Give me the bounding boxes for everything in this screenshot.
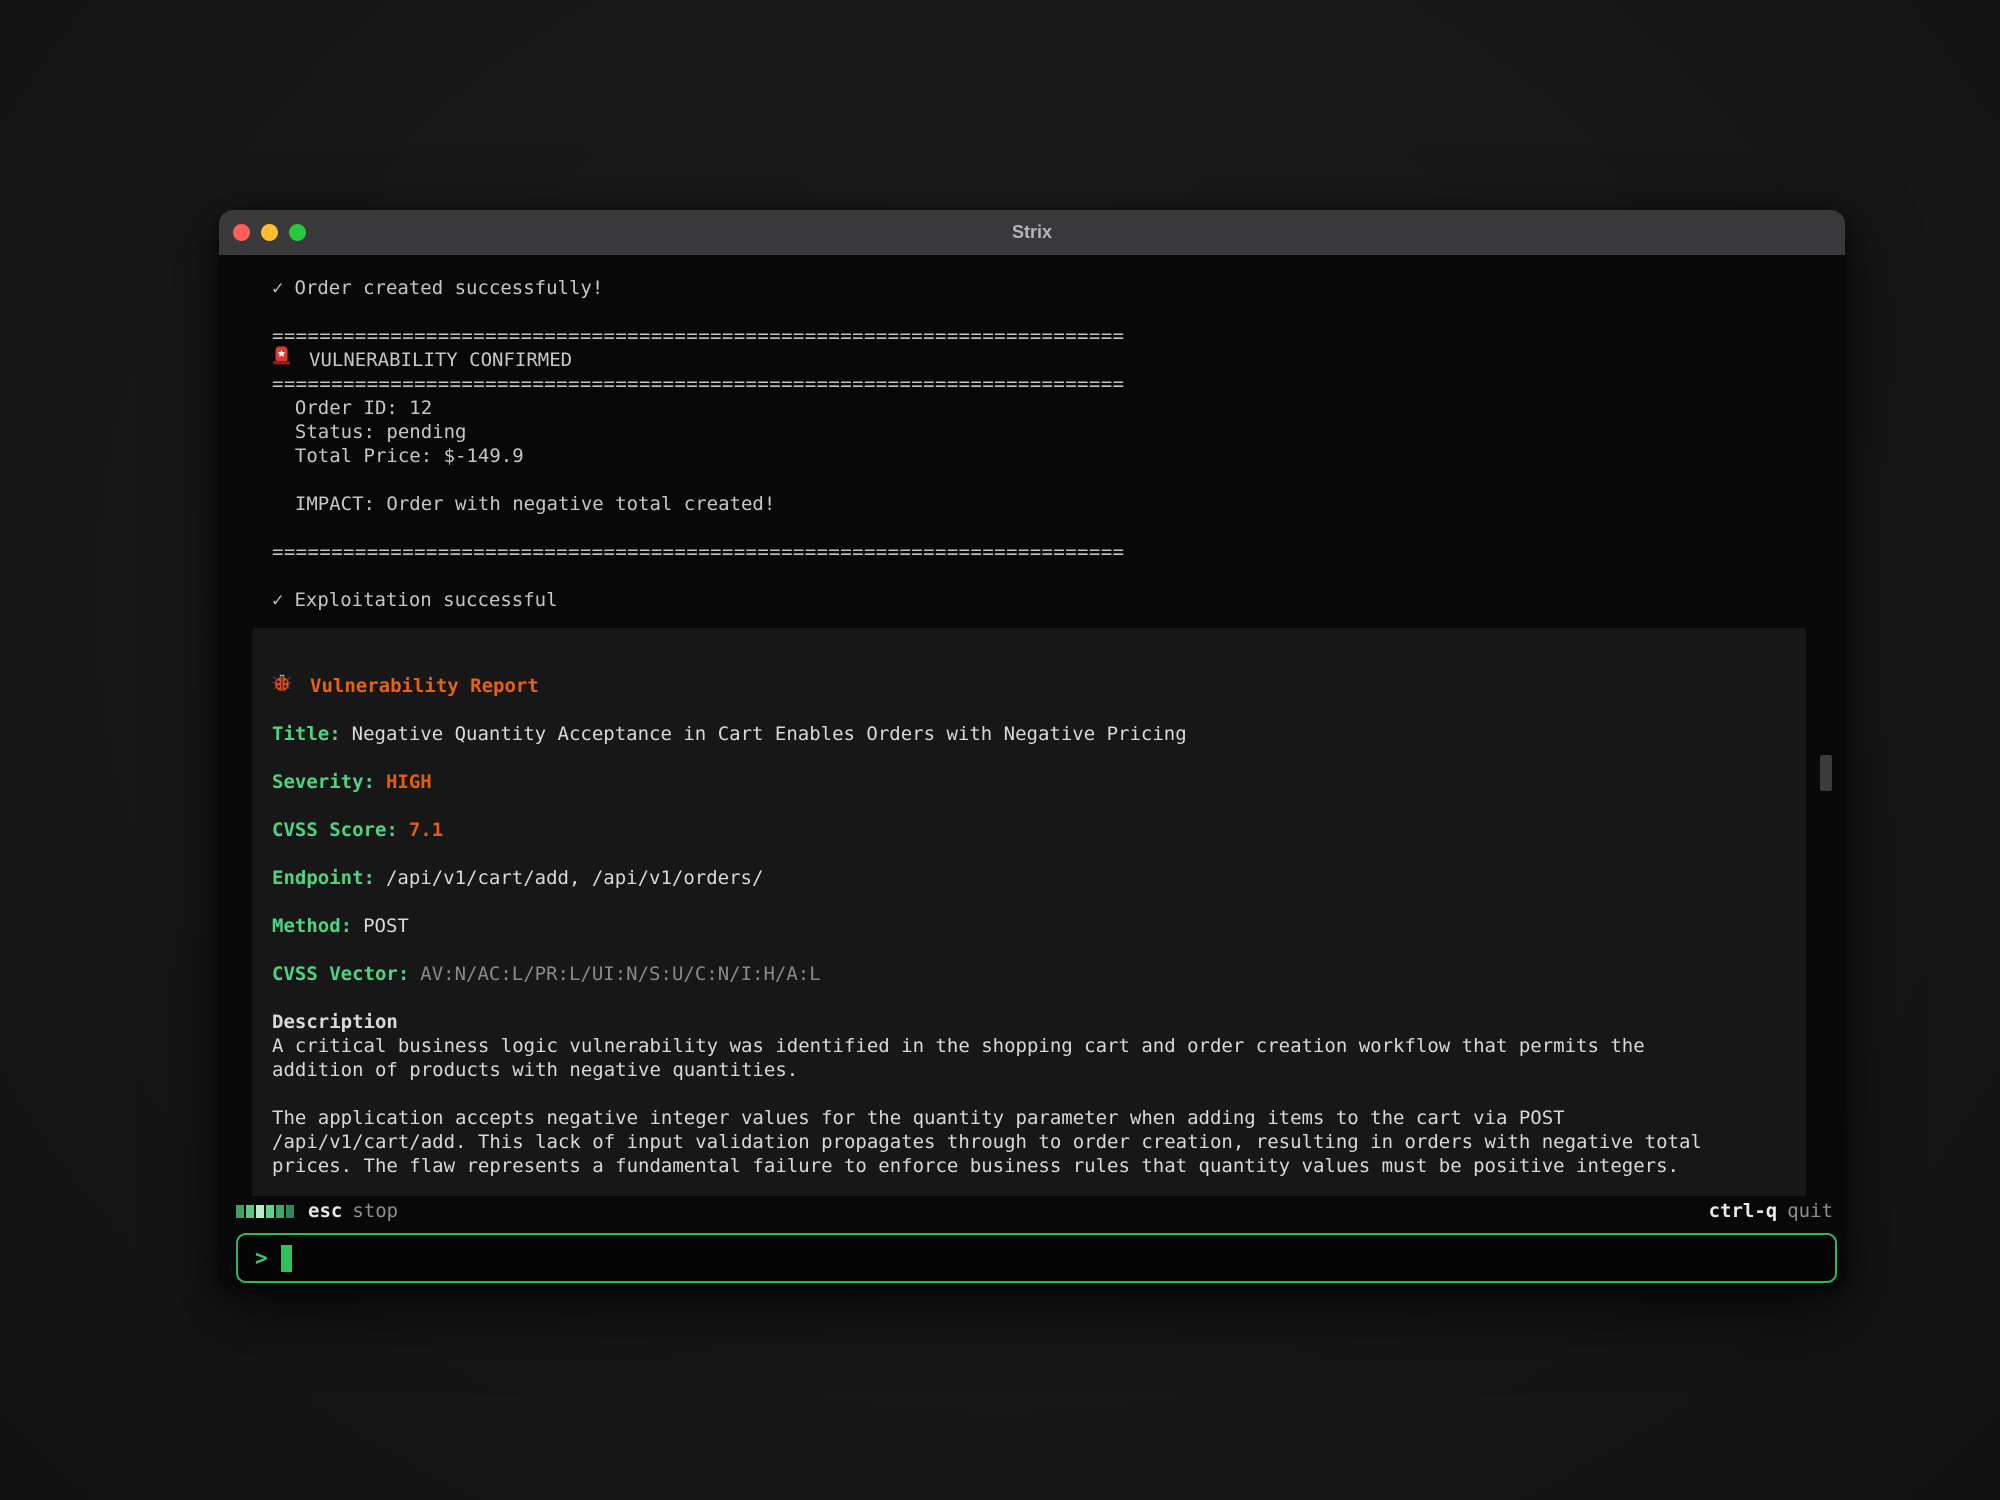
statusbar-right: ctrl-q quit <box>1709 1200 1833 1222</box>
field-value: POST <box>363 915 409 937</box>
separator-line: ========================================… <box>272 372 1845 396</box>
exploit-log: ✓ Order created successfully! ===========… <box>272 276 1845 612</box>
close-button[interactable] <box>233 224 250 241</box>
check-icon: ✓ <box>272 589 283 611</box>
field-title: Title: Negative Quantity Acceptance in Ca… <box>272 722 1786 746</box>
scrollbar-thumb[interactable] <box>1820 755 1832 791</box>
titlebar: Strix <box>219 210 1845 255</box>
description-line: /api/v1/cart/add. This lack of input val… <box>272 1130 1786 1154</box>
field-cvss-score: CVSS Score: 7.1 <box>272 818 1786 842</box>
statusbar-left: esc stop <box>236 1200 398 1222</box>
window-title: Strix <box>219 210 1845 255</box>
separator-line: ========================================… <box>272 540 1845 564</box>
field-severity: Severity: HIGH <box>272 770 1786 794</box>
cvss-vector-value: AV:N/AC:L/PR:L/UI:N/S:U/C:N/I:H/A:L <box>420 963 820 985</box>
field-cvss-vector: CVSS Vector: AV:N/AC:L/PR:L/UI:N/S:U/C:N/… <box>272 962 1786 986</box>
spinner-icon <box>236 1205 294 1218</box>
order-status-line: Status: pending <box>272 420 1845 444</box>
vulnerability-banner: VULNERABILITY CONFIRMED <box>272 348 1845 372</box>
terminal-window: Strix ✓ Order created successfully! =====… <box>219 210 1845 1288</box>
description-line: addition of products with negative quant… <box>272 1058 1786 1082</box>
quit-key-hint: ctrl-q <box>1709 1200 1778 1222</box>
report-header-text: Vulnerability Report <box>310 675 539 697</box>
ladybug-icon <box>272 672 292 698</box>
field-label: Title: <box>272 723 341 745</box>
field-label: CVSS Vector: <box>272 963 409 985</box>
order-id-line: Order ID: 12 <box>272 396 1845 420</box>
vulnerability-report-panel: Vulnerability Report Title: Negative Quan… <box>252 628 1806 1196</box>
description-line: A critical business logic vulnerability … <box>272 1034 1786 1058</box>
order-created-text: Order created successfully! <box>294 277 603 299</box>
terminal-output: ✓ Order created successfully! ===========… <box>219 255 1845 1196</box>
esc-action-label: stop <box>352 1200 398 1222</box>
statusbar: esc stop ctrl-q quit <box>236 1198 1833 1224</box>
minimize-button[interactable] <box>261 224 278 241</box>
field-method: Method: POST <box>272 914 1786 938</box>
prompt-icon: > <box>255 1246 268 1270</box>
esc-key-hint: esc <box>308 1200 342 1222</box>
description-line: prices. The flaw represents a fundamenta… <box>272 1154 1786 1178</box>
exploitation-text: Exploitation successful <box>294 589 557 611</box>
field-label: Method: <box>272 915 352 937</box>
traffic-lights <box>219 224 306 241</box>
severity-badge: HIGH <box>386 771 432 793</box>
quit-action-label: quit <box>1787 1200 1833 1222</box>
report-header-line: Vulnerability Report <box>272 674 1786 698</box>
order-created-line: ✓ Order created successfully! <box>272 276 1845 300</box>
order-total-line: Total Price: $-149.9 <box>272 444 1845 468</box>
text-cursor <box>281 1245 292 1272</box>
vulnerability-banner-text: VULNERABILITY CONFIRMED <box>309 349 572 371</box>
zoom-button[interactable] <box>289 224 306 241</box>
field-value: Negative Quantity Acceptance in Cart Ena… <box>352 723 1187 745</box>
impact-line: IMPACT: Order with negative total create… <box>272 492 1845 516</box>
field-label: Endpoint: <box>272 867 375 889</box>
desktop: { "window": { "title": "Strix" }, "outpu… <box>0 0 2000 1500</box>
description-heading: Description <box>272 1010 1786 1034</box>
cvss-score-value: 7.1 <box>409 819 443 841</box>
separator-line: ========================================… <box>272 324 1845 348</box>
field-label: CVSS Score: <box>272 819 398 841</box>
exploitation-line: ✓ Exploitation successful <box>272 588 1845 612</box>
field-value: /api/v1/cart/add, /api/v1/orders/ <box>386 867 764 889</box>
check-icon: ✓ <box>272 277 283 299</box>
siren-icon <box>272 345 291 372</box>
field-endpoint: Endpoint: /api/v1/cart/add, /api/v1/order… <box>272 866 1786 890</box>
description-line: The application accepts negative integer… <box>272 1106 1786 1130</box>
command-input[interactable]: > <box>236 1233 1837 1283</box>
field-label: Severity: <box>272 771 375 793</box>
